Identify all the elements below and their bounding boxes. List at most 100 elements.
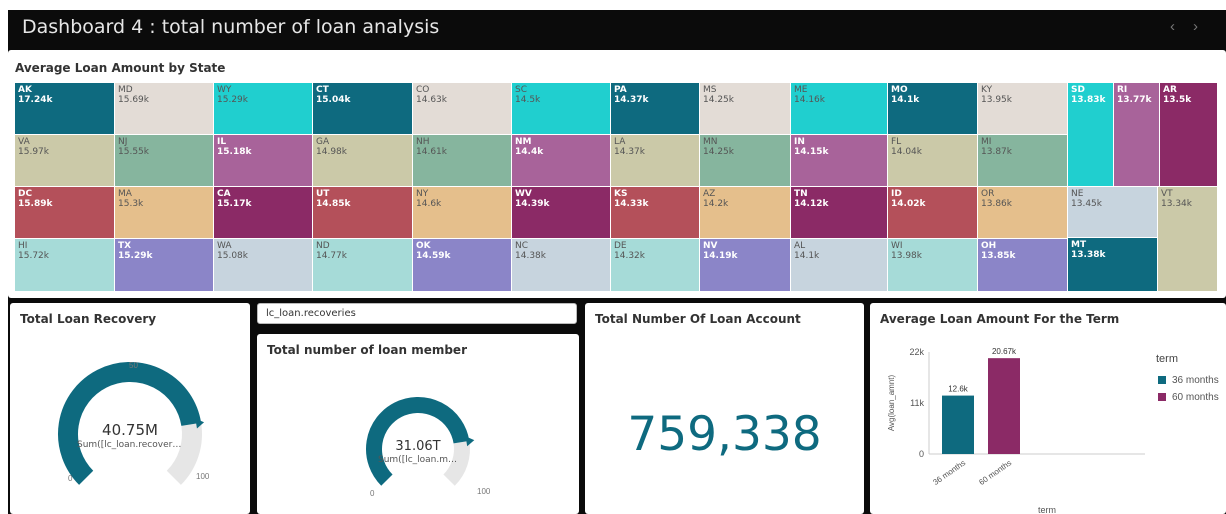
tile-state-code: MD	[118, 85, 133, 95]
treemap-tile-az[interactable]: AZ 14.2k	[700, 187, 791, 239]
recovery-tick-mid: 50	[129, 361, 138, 370]
tile-value: 14.37k	[614, 147, 645, 157]
treemap-tile-ks[interactable]: KS 14.33k	[611, 187, 700, 239]
treemap-tile-sd[interactable]: SD 13.83k	[1068, 83, 1114, 187]
legend-swatch-60	[1158, 393, 1166, 401]
tile-value: 13.83k	[1071, 95, 1106, 105]
treemap-tile-mo[interactable]: MO 14.1k	[888, 83, 978, 135]
treemap-tile-pa[interactable]: PA 14.37k	[611, 83, 700, 135]
treemap-tile-nv[interactable]: NV 14.19k	[700, 239, 791, 292]
y-tick-label: 11k	[910, 398, 924, 408]
treemap-tile-md[interactable]: MD 15.69k	[115, 83, 214, 135]
dashboard-frame: Dashboard 4 : total number of loan analy…	[8, 10, 1226, 514]
treemap-tile-mt[interactable]: MT 13.38k	[1068, 238, 1158, 292]
treemap-tile-va[interactable]: VA 15.97k	[15, 135, 115, 187]
treemap-tile-ne[interactable]: NE 13.45k	[1068, 187, 1158, 238]
tile-state-code: RI	[1117, 85, 1128, 95]
treemap-tile-ct[interactable]: CT 15.04k	[313, 83, 413, 135]
tile-state-code: HI	[18, 241, 28, 251]
tile-state-code: MO	[891, 85, 908, 95]
treemap-tile-ky[interactable]: KY 13.95k	[978, 83, 1068, 135]
treemap-tile-dc[interactable]: DC 15.89k	[15, 187, 115, 239]
treemap-title: Average Loan Amount by State	[15, 61, 226, 75]
tile-value: 13.95k	[981, 95, 1012, 105]
tile-value: 14.1k	[891, 95, 920, 105]
treemap-tile-mn[interactable]: MN 14.25k	[700, 135, 791, 187]
treemap-tile-ny[interactable]: NY 14.6k	[413, 187, 512, 239]
treemap-tile-ak[interactable]: AK 17.24k	[15, 83, 115, 135]
tile-value: 15.29k	[118, 251, 153, 261]
recovery-tick-min: 0	[68, 474, 73, 483]
tile-state-code: MS	[703, 85, 717, 95]
tile-state-code: PA	[614, 85, 627, 95]
treemap-tile-nj[interactable]: NJ 15.55k	[115, 135, 214, 187]
treemap-tile-la[interactable]: LA 14.37k	[611, 135, 700, 187]
treemap-tile-ga[interactable]: GA 14.98k	[313, 135, 413, 187]
bar-60-months	[988, 358, 1020, 454]
tile-value: 17.24k	[18, 95, 53, 105]
treemap-tile-co[interactable]: CO 14.63k	[413, 83, 512, 135]
treemap-tile-wi[interactable]: WI 13.98k	[888, 239, 978, 292]
treemap-tile-ms[interactable]: MS 14.25k	[700, 83, 791, 135]
treemap-tile-in[interactable]: IN 14.15k	[791, 135, 888, 187]
tile-value: 14.15k	[794, 147, 829, 157]
treemap-tile-oh[interactable]: OH 13.85k	[978, 239, 1068, 292]
treemap-tile-nd[interactable]: ND 14.77k	[313, 239, 413, 292]
tile-state-code: MN	[703, 137, 718, 147]
treemap-tile-hi[interactable]: HI 15.72k	[15, 239, 115, 292]
treemap-tile-ca[interactable]: CA 15.17k	[214, 187, 313, 239]
tile-state-code: DE	[614, 241, 627, 251]
treemap-tile-mi[interactable]: MI 13.87k	[978, 135, 1068, 187]
treemap-tile-al[interactable]: AL 14.1k	[791, 239, 888, 292]
term-bar-chart: 0 11k 22k Avg(loan_amnt)term 12.6k 36 months 2…	[887, 347, 1145, 514]
tile-state-code: SD	[1071, 85, 1085, 95]
prev-sheet-button[interactable]: ‹	[1170, 18, 1193, 35]
treemap-tile-id[interactable]: ID 14.02k	[888, 187, 978, 239]
treemap-tile-wy[interactable]: WY 15.29k	[214, 83, 313, 135]
next-sheet-button[interactable]: ›	[1193, 18, 1216, 35]
dashboard-header: Dashboard 4 : total number of loan analy…	[8, 10, 1226, 44]
state-treemap: AK 17.24k MD 15.69k WY 15.29k CT 15.04k CO 14.63k…	[15, 83, 1218, 292]
tile-value: 14.59k	[416, 251, 451, 261]
legend-label-36: 36 months	[1172, 375, 1219, 386]
treemap-tile-me[interactable]: ME 14.16k	[791, 83, 888, 135]
treemap-tile-de[interactable]: DE 14.32k	[611, 239, 700, 292]
tile-state-code: AR	[1163, 85, 1177, 95]
tile-state-code: AK	[18, 85, 32, 95]
treemap-tile-vt[interactable]: VT 13.34k	[1158, 187, 1218, 292]
treemap-tile-ri[interactable]: RI 13.77k	[1114, 83, 1160, 187]
tile-state-code: ME	[794, 85, 808, 95]
treemap-tile-ok[interactable]: OK 14.59k	[413, 239, 512, 292]
tile-state-code: WV	[515, 189, 532, 199]
legend-item-60[interactable]: 60 months	[1158, 392, 1219, 403]
accounts-value: 759,338	[627, 407, 822, 462]
tile-state-code: IN	[794, 137, 805, 147]
treemap-tile-or[interactable]: OR 13.86k	[978, 187, 1068, 239]
treemap-tile-nm[interactable]: NM 14.4k	[512, 135, 611, 187]
treemap-tile-fl[interactable]: FL 14.04k	[888, 135, 978, 187]
tile-state-code: MT	[1071, 240, 1087, 250]
legend-item-36[interactable]: 36 months	[1158, 375, 1219, 386]
treemap-tile-wa[interactable]: WA 15.08k	[214, 239, 313, 292]
tile-state-code: WI	[891, 241, 903, 251]
tile-value: 14.02k	[891, 199, 926, 209]
tile-state-code: CT	[316, 85, 329, 95]
tile-state-code: ND	[316, 241, 330, 251]
tile-value: 14.61k	[416, 147, 447, 157]
treemap-tile-nc[interactable]: NC 14.38k	[512, 239, 611, 292]
treemap-tile-il[interactable]: IL 15.18k	[214, 135, 313, 187]
tile-state-code: CO	[416, 85, 430, 95]
treemap-tile-ar[interactable]: AR 13.5k	[1160, 83, 1218, 187]
treemap-tile-wv[interactable]: WV 14.39k	[512, 187, 611, 239]
tile-state-code: KS	[614, 189, 628, 199]
treemap-tile-ut[interactable]: UT 14.85k	[313, 187, 413, 239]
treemap-tile-ma[interactable]: MA 15.3k	[115, 187, 214, 239]
treemap-tile-tn[interactable]: TN 14.12k	[791, 187, 888, 239]
treemap-tile-tx[interactable]: TX 15.29k	[115, 239, 214, 292]
legend-swatch-36	[1158, 376, 1166, 384]
recoveries-filter[interactable]: lc_loan.recoveries	[257, 303, 577, 324]
treemap-tile-nh[interactable]: NH 14.61k	[413, 135, 512, 187]
treemap-tile-sc[interactable]: SC 14.5k	[512, 83, 611, 135]
tile-value: 13.87k	[981, 147, 1012, 157]
tile-state-code: OH	[981, 241, 997, 251]
